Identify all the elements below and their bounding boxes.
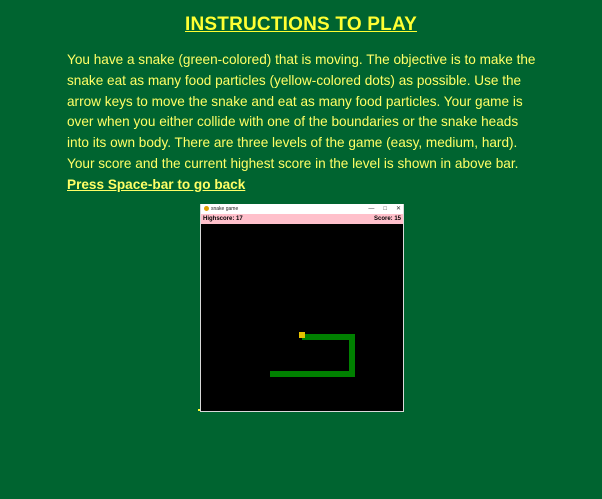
game-playfield [201,224,403,411]
window-title: snake game [211,206,239,212]
window-controls: — □ ✕ [368,204,401,214]
highscore-label: Highscore: 17 [203,216,243,222]
app-icon [204,206,209,211]
score-bar: Highscore: 17 Score: 15 [201,214,403,224]
instructions-screen: INSTRUCTIONS TO PLAY You have a snake (g… [0,0,602,499]
back-hint-link[interactable]: Press Space-bar to go back [67,177,245,192]
minimize-icon: — [368,206,375,212]
instructions-text: You have a snake (green-colored) that is… [67,52,536,171]
instructions-paragraph: You have a snake (green-colored) that is… [67,50,537,196]
stray-dot [198,409,200,411]
score-label: Score: 15 [373,216,401,222]
close-icon: ✕ [395,206,401,212]
playfield-canvas [270,332,355,377]
snake-body [270,334,355,377]
maximize-icon: □ [383,206,387,212]
window-titlebar: snake game — □ ✕ [201,204,403,214]
page-title: INSTRUCTIONS TO PLAY [184,14,418,35]
food-particle [299,332,305,338]
game-screenshot-window: snake game — □ ✕ Highscore: 17 Score: 15 [200,204,404,412]
